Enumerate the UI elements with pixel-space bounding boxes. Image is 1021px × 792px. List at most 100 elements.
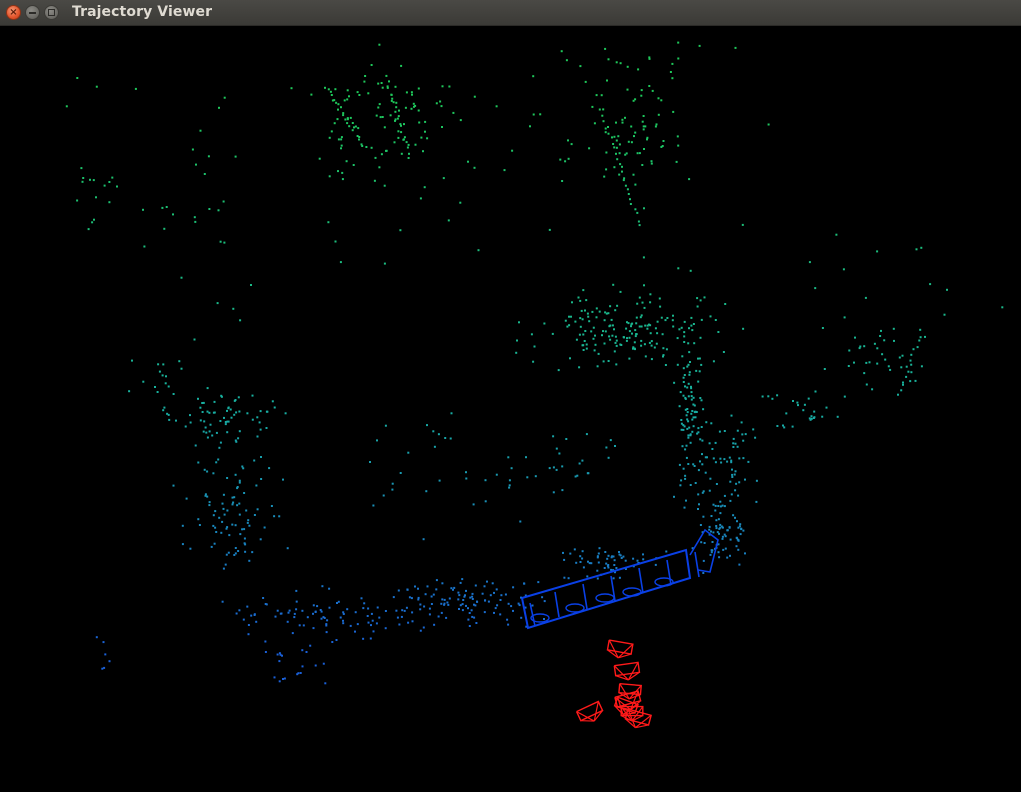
map-point	[823, 368, 826, 370]
map-point	[686, 427, 689, 430]
map-point	[614, 341, 617, 344]
title-bar[interactable]: × Trajectory Viewer	[0, 0, 1021, 26]
map-point	[404, 106, 407, 109]
map-point	[876, 362, 879, 365]
map-point	[672, 325, 675, 328]
map-point	[443, 598, 446, 601]
map-point	[172, 393, 175, 395]
map-point	[735, 482, 738, 485]
map-point	[346, 122, 349, 125]
map-point	[703, 296, 706, 299]
maximize-icon[interactable]	[44, 5, 59, 20]
map-point	[234, 552, 237, 555]
map-point	[334, 240, 337, 243]
map-point	[684, 385, 686, 388]
map-point	[739, 523, 742, 526]
map-point	[314, 610, 317, 613]
map-point	[687, 342, 690, 345]
map-point	[586, 312, 589, 315]
map-point	[226, 431, 229, 434]
map-point	[235, 411, 238, 414]
map-point	[247, 633, 250, 636]
map-point	[682, 467, 685, 470]
point-cloud-canvas[interactable]	[0, 26, 1021, 792]
map-point	[714, 461, 717, 464]
map-point	[621, 165, 623, 168]
map-point	[587, 315, 590, 318]
map-point	[702, 572, 705, 574]
map-point	[581, 459, 584, 462]
map-point	[378, 616, 381, 619]
map-point	[635, 316, 638, 319]
map-point	[449, 437, 452, 440]
map-point	[718, 532, 720, 535]
map-point	[323, 617, 326, 619]
map-point	[688, 327, 690, 330]
map-point	[341, 171, 344, 174]
map-point	[221, 502, 224, 505]
map-point	[664, 319, 667, 322]
map-point	[206, 470, 209, 473]
map-point	[582, 566, 585, 569]
map-point	[256, 416, 259, 419]
map-point	[212, 472, 215, 475]
map-point	[902, 381, 904, 384]
map-point	[602, 120, 605, 123]
map-point	[295, 608, 298, 611]
map-point	[234, 547, 237, 549]
map-point	[636, 559, 639, 562]
map-point	[238, 513, 241, 516]
map-point	[609, 338, 612, 341]
3d-viewport[interactable]	[0, 26, 1021, 792]
map-point	[650, 358, 653, 361]
map-point	[657, 113, 660, 116]
map-point	[747, 460, 750, 463]
map-point	[336, 118, 339, 121]
map-point	[702, 408, 705, 411]
map-point	[471, 592, 474, 595]
map-point	[868, 361, 871, 364]
map-point	[646, 327, 649, 330]
map-point	[414, 104, 417, 107]
map-point	[328, 587, 331, 590]
map-point	[346, 117, 349, 120]
minimize-icon[interactable]	[25, 5, 40, 20]
map-point	[678, 328, 681, 331]
map-point	[422, 538, 425, 541]
map-point	[543, 618, 545, 620]
map-point	[710, 530, 712, 533]
map-point	[576, 474, 579, 477]
map-point	[650, 160, 653, 163]
map-point	[595, 307, 598, 310]
map-point	[226, 420, 229, 423]
map-point	[440, 602, 443, 605]
map-point	[397, 136, 400, 139]
map-point	[103, 184, 106, 187]
map-point	[195, 163, 197, 166]
map-point	[270, 505, 273, 507]
map-point	[180, 276, 183, 279]
map-point	[384, 610, 387, 612]
map-point	[730, 414, 733, 417]
map-point	[662, 140, 665, 142]
map-point	[618, 143, 621, 146]
map-point	[523, 582, 526, 585]
close-icon[interactable]: ×	[6, 5, 21, 20]
map-point	[614, 335, 617, 338]
map-point	[525, 456, 527, 459]
map-point	[439, 100, 442, 103]
map-point	[853, 361, 855, 364]
map-point	[467, 607, 469, 610]
map-point	[189, 547, 192, 550]
map-point	[918, 339, 921, 342]
map-point	[588, 147, 591, 150]
map-point	[699, 524, 702, 526]
map-point	[423, 186, 426, 189]
map-point	[93, 218, 95, 221]
map-point	[246, 605, 249, 608]
map-point	[156, 391, 159, 393]
map-point	[596, 569, 599, 572]
map-point	[230, 416, 233, 419]
map-point	[364, 75, 367, 77]
map-point	[369, 637, 372, 640]
